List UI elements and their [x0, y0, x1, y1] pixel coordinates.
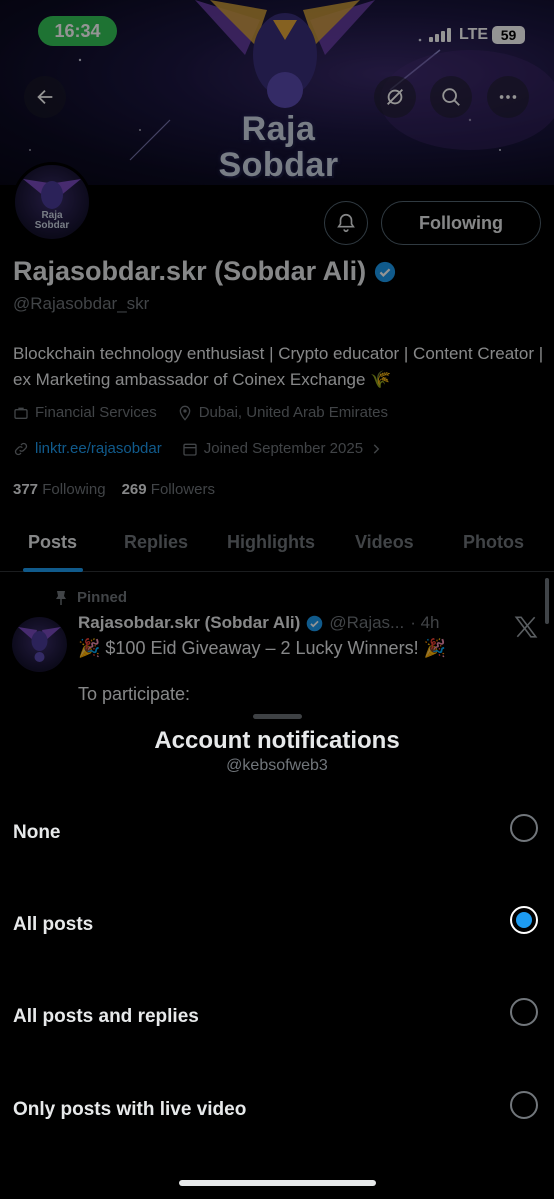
option-label: All posts [13, 914, 94, 935]
radio-button[interactable] [510, 1091, 538, 1119]
account-notifications-sheet: Account notifications @kebsofweb3 None A… [0, 704, 554, 1199]
radio-button[interactable] [510, 998, 538, 1026]
option-all-posts[interactable]: All posts [0, 896, 554, 956]
option-none[interactable]: None [0, 804, 554, 864]
sheet-grabber[interactable] [253, 714, 302, 719]
sheet-subtitle: @kebsofweb3 [226, 757, 328, 774]
option-all-posts-and-replies[interactable]: All posts and replies [0, 988, 554, 1048]
radio-button[interactable] [510, 814, 538, 842]
option-live-video[interactable]: Only posts with live video [0, 1081, 554, 1141]
option-label: None [13, 822, 61, 843]
home-indicator[interactable] [179, 1180, 376, 1186]
option-label: Only posts with live video [13, 1099, 247, 1120]
sheet-title: Account notifications [154, 727, 400, 754]
radio-button-selected[interactable] [510, 906, 538, 934]
option-label: All posts and replies [13, 1006, 199, 1027]
